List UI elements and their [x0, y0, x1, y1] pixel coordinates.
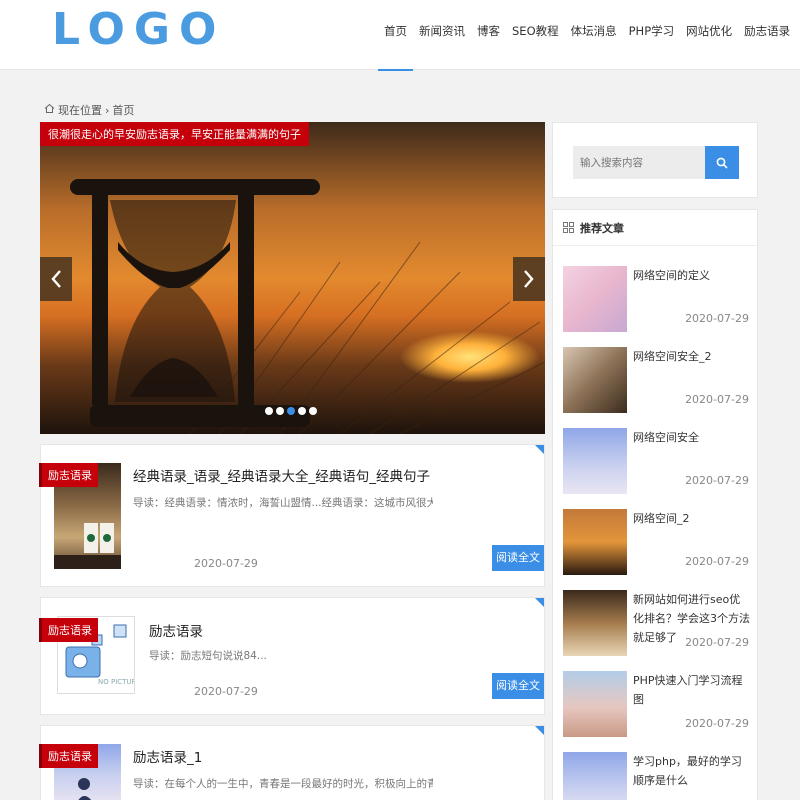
hero-slider[interactable]: 很潮很走心的早安励志语录，早安正能量满满的句子 — [40, 122, 545, 434]
slider-dots — [265, 407, 317, 415]
slide-caption[interactable]: 很潮很走心的早安励志语录，早安正能量满满的句子 — [40, 122, 309, 146]
article-title[interactable]: 励志语录_1 — [133, 746, 202, 766]
recommended-item[interactable]: 网络空间_2 2020-07-29 — [563, 509, 749, 579]
main-nav: 首页 新闻资讯 博客 SEO教程 体坛消息 PHP学习 网站优化 励志语录 — [378, 0, 800, 71]
search-icon — [716, 157, 728, 169]
article-card: 励志语录 经典语录_语录_经典语录大全_经典语句_经典句子 导读：经典语录：情浓… — [39, 444, 545, 587]
recommended-thumbnail[interactable] — [563, 266, 627, 332]
recommended-item-date: 2020-07-29 — [685, 312, 749, 325]
article-summary: 导读：励志短句说说84... — [149, 650, 267, 662]
home-icon[interactable] — [44, 103, 55, 117]
recommended-item[interactable]: 网络空间安全_2 2020-07-29 — [563, 347, 749, 417]
recommended-item-title[interactable]: 学习php，最好的学习顺序是什么 — [633, 752, 751, 790]
recommended-item-title[interactable]: 网络空间的定义 — [633, 266, 751, 285]
recommended-item-date: 2020-07-29 — [685, 636, 749, 649]
search-button[interactable] — [705, 146, 739, 179]
recommended-thumbnail[interactable] — [563, 671, 627, 737]
read-more-button[interactable]: 阅读全文 — [492, 545, 544, 571]
site-logo[interactable]: LOGO — [52, 4, 225, 56]
category-tag[interactable]: 励志语录 — [39, 744, 98, 768]
article-summary: 导读：在每个人的一生中，青春是一段最好的时光，积极向上的青春... — [133, 778, 433, 790]
slider-dot[interactable] — [265, 407, 273, 415]
recommended-header: 推荐文章 — [553, 210, 757, 246]
slider-next-button[interactable] — [513, 257, 545, 301]
read-more-button[interactable]: 阅读全文 — [492, 673, 544, 699]
nav-item-sports[interactable]: 体坛消息 — [565, 0, 623, 70]
article-date: 2020-07-29 — [194, 685, 258, 698]
recommended-title: 推荐文章 — [580, 221, 624, 235]
search-input[interactable] — [573, 146, 705, 179]
breadcrumb-label: 现在位置 — [58, 104, 102, 117]
recommended-item-title[interactable]: PHP快速入门学习流程图 — [633, 671, 751, 709]
slider-prev-button[interactable] — [40, 257, 72, 301]
slider-dot[interactable] — [298, 407, 306, 415]
site-header: LOGO 首页 新闻资讯 博客 SEO教程 体坛消息 PHP学习 网站优化 励志… — [0, 0, 800, 71]
hourglass-image — [70, 179, 545, 434]
nav-item-news[interactable]: 新闻资讯 — [413, 0, 471, 70]
nav-item-quotes[interactable]: 励志语录 — [738, 0, 796, 70]
recommended-item-date: 2020-07-29 — [685, 555, 749, 568]
article-card: NO PICTURE 励志语录 励志语录 导读：励志短句说说84... 2020… — [39, 597, 545, 715]
slider-dot[interactable] — [276, 407, 284, 415]
recommended-thumbnail[interactable] — [563, 590, 627, 656]
recommended-item-title[interactable]: 网络空间安全_2 — [633, 347, 751, 366]
sidebar-search — [552, 122, 758, 198]
breadcrumb-separator: › — [105, 103, 110, 117]
recommended-thumbnail[interactable] — [563, 509, 627, 575]
slider-dot[interactable] — [309, 407, 317, 415]
recommended-item[interactable]: 新网站如何进行seo优化排名？学会这3个方法就足够了 2020-07-29 — [563, 590, 750, 660]
recommended-item[interactable]: 网络空间安全 2020-07-29 — [563, 428, 749, 498]
recommended-item-title[interactable]: 网络空间_2 — [633, 509, 751, 528]
recommended-item[interactable]: 学习php，最好的学习顺序是什么 — [563, 752, 749, 800]
recommended-item-title[interactable]: 网络空间安全 — [633, 428, 751, 447]
recommended-item-date: 2020-07-29 — [685, 393, 749, 406]
nav-item-seo[interactable]: SEO教程 — [506, 0, 565, 70]
nav-item-php[interactable]: PHP学习 — [623, 0, 681, 70]
nav-item-optimize[interactable]: 网站优化 — [680, 0, 738, 70]
chevron-right-icon — [524, 270, 534, 288]
article-title[interactable]: 励志语录 — [149, 620, 203, 640]
breadcrumb-current[interactable]: 首页 — [112, 102, 134, 118]
article-card: 励志语录 励志语录_1 导读：在每个人的一生中，青春是一段最好的时光，积极向上的… — [39, 725, 545, 800]
nav-item-blog[interactable]: 博客 — [471, 0, 506, 70]
recommended-thumbnail[interactable] — [563, 752, 627, 800]
corner-marker — [535, 726, 544, 735]
corner-marker — [535, 598, 544, 607]
recommended-item-date: 2020-07-29 — [685, 717, 749, 730]
category-tag[interactable]: 励志语录 — [39, 463, 98, 487]
category-tag[interactable]: 励志语录 — [39, 618, 98, 642]
corner-marker — [535, 445, 544, 454]
recommended-item[interactable]: PHP快速入门学习流程图 2020-07-29 — [563, 671, 749, 741]
recommended-item-date: 2020-07-29 — [685, 474, 749, 487]
recommended-item[interactable]: 网络空间的定义 2020-07-29 — [563, 266, 749, 336]
breadcrumb: 现在位置 › 首页 — [44, 102, 134, 118]
recommended-thumbnail[interactable] — [563, 347, 627, 413]
article-title[interactable]: 经典语录_语录_经典语录大全_经典语句_经典句子 — [133, 465, 430, 485]
article-date: 2020-07-29 — [194, 557, 258, 570]
slider-dot[interactable] — [287, 407, 295, 415]
nav-item-home[interactable]: 首页 — [378, 0, 413, 71]
article-summary: 导读：经典语录：情浓时，海誓山盟情...经典语录：这城市风很大，孤... — [133, 497, 433, 509]
recommended-thumbnail[interactable] — [563, 428, 627, 494]
recommended-articles: 推荐文章 网络空间的定义 2020-07-29 网络空间安全_2 2020-07… — [552, 209, 758, 800]
no-picture-text: NO PICTURE — [98, 678, 135, 686]
chevron-left-icon — [51, 270, 61, 288]
grid-icon — [563, 222, 574, 233]
